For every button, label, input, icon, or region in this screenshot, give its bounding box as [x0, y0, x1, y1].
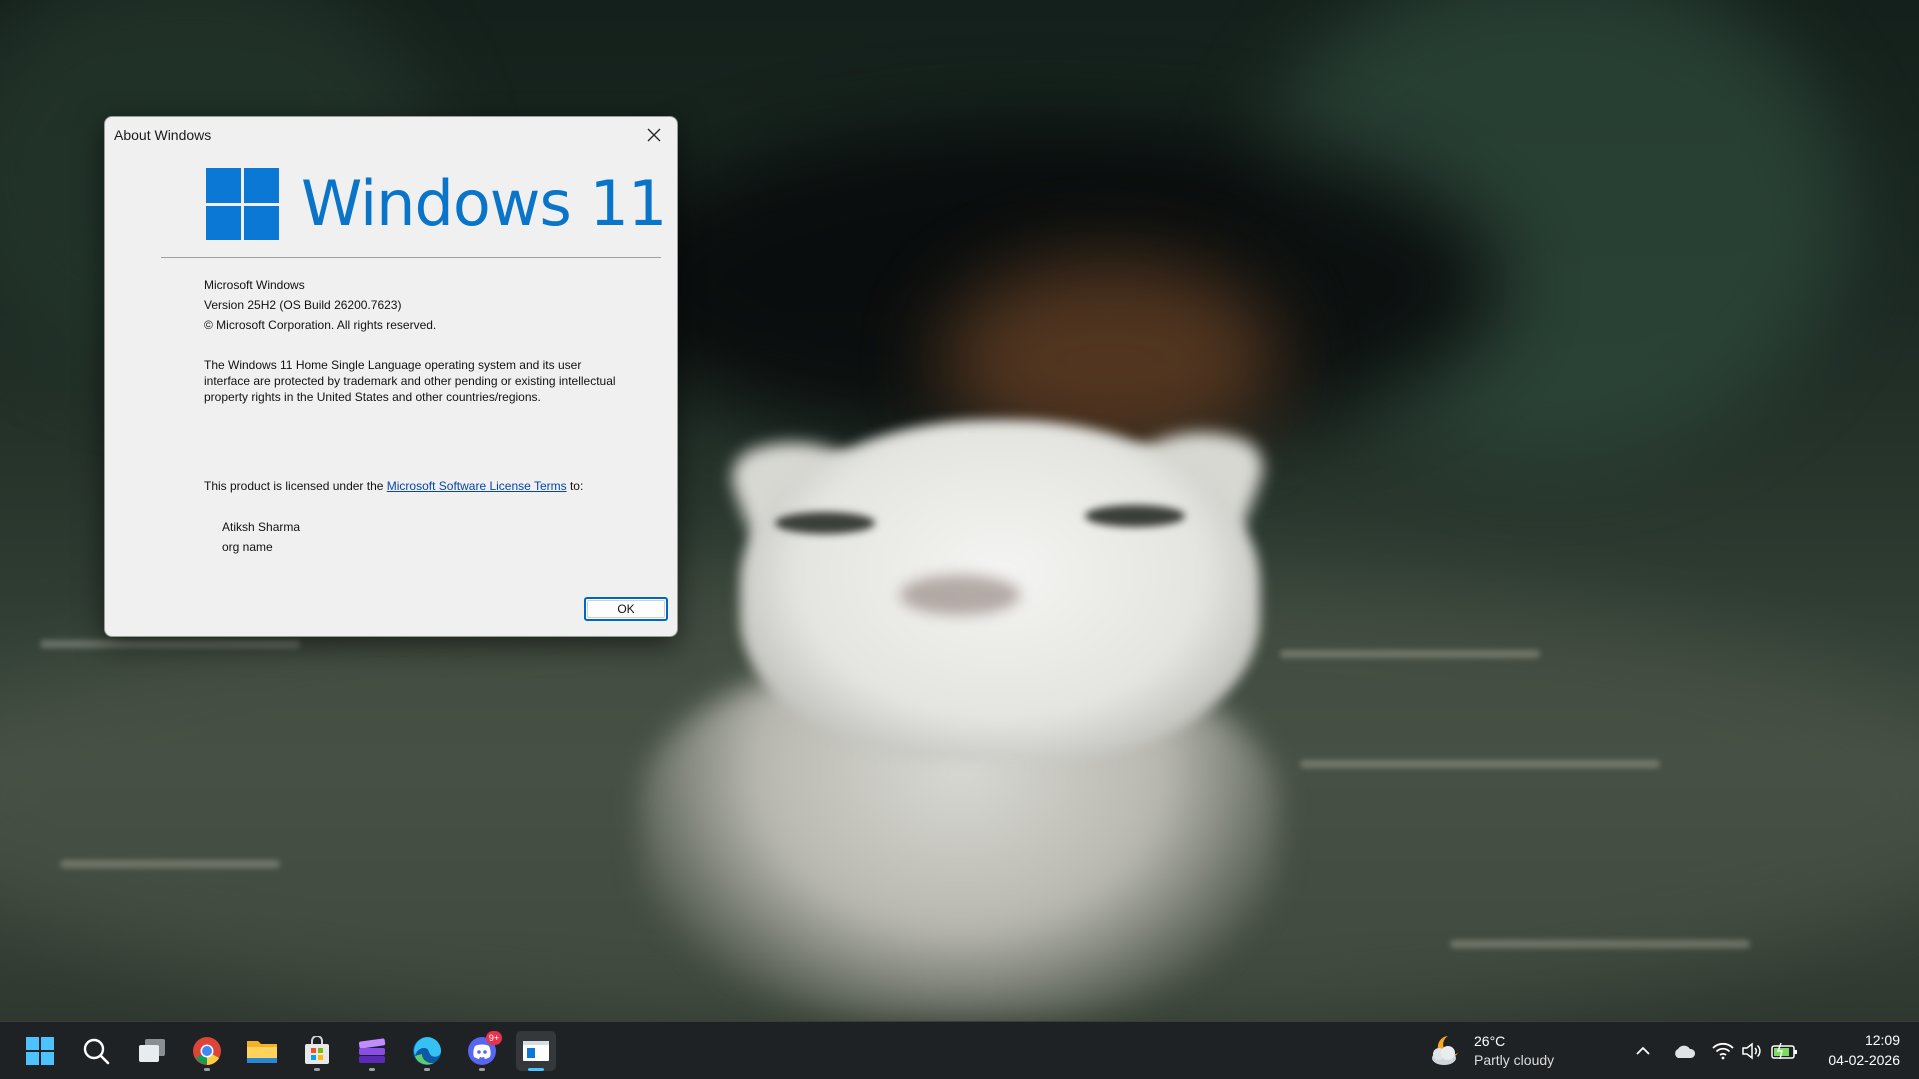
weather-condition: Partly cloudy — [1474, 1052, 1555, 1068]
ok-button[interactable]: OK — [584, 597, 668, 621]
active-window-indicator — [528, 1068, 544, 1071]
show-hidden-icons-button[interactable] — [1632, 1038, 1654, 1064]
battery-icon — [1771, 1042, 1797, 1060]
taskbar-clipchamp[interactable] — [352, 1031, 392, 1071]
product-name: Microsoft Windows — [204, 278, 305, 292]
windows-logo-icon — [206, 168, 279, 240]
copyright-text: © Microsoft Corporation. All rights rese… — [204, 318, 437, 332]
licensed-user: Atiksh Sharma — [222, 520, 301, 534]
microsoft-store-icon — [305, 1036, 329, 1064]
windows-logo-banner: Windows 11 — [206, 167, 667, 240]
taskbar-edge[interactable] — [407, 1031, 447, 1071]
file-explorer-icon — [247, 1041, 277, 1063]
running-indicator — [424, 1068, 430, 1071]
start-button[interactable] — [20, 1031, 60, 1071]
network-button[interactable] — [1710, 1038, 1736, 1064]
onedrive-button[interactable] — [1669, 1038, 1699, 1064]
battery-button[interactable] — [1770, 1038, 1800, 1064]
windows-start-icon — [26, 1037, 54, 1065]
legal-text: The Windows 11 Home Single Language oper… — [204, 358, 616, 404]
water-ripple — [40, 640, 300, 648]
taskbar-microsoft-store[interactable] — [297, 1031, 337, 1071]
taskbar-chrome[interactable] — [187, 1031, 227, 1071]
license-terms-link[interactable]: Microsoft Software License Terms — [387, 479, 567, 493]
water-ripple — [60, 860, 280, 868]
license-statement: This product is licensed under the Micro… — [204, 478, 584, 494]
edge-icon — [413, 1037, 441, 1065]
about-windows-dialog: About Windows Windows 11 Microsoft Windo… — [104, 116, 678, 637]
dialog-titlebar[interactable]: About Windows — [105, 117, 677, 153]
water-ripple — [1450, 940, 1750, 948]
dialog-title: About Windows — [114, 127, 212, 143]
running-indicator — [204, 1068, 210, 1071]
taskbar: 9+ 26°C Partly cloudy 12:09 04-02-2026 — [0, 1021, 1919, 1079]
license-suffix: to: — [566, 479, 584, 493]
version-info: Version 25H2 (OS Build 26200.7623) — [204, 298, 402, 312]
weather-temperature: 26°C — [1474, 1033, 1506, 1049]
taskbar-discord[interactable]: 9+ — [462, 1031, 502, 1071]
cat-eye-left — [775, 512, 875, 534]
divider — [161, 257, 661, 258]
weather-widget[interactable]: 26°C Partly cloudy — [1428, 1030, 1554, 1072]
volume-icon — [1742, 1042, 1761, 1060]
running-indicator — [314, 1068, 320, 1071]
taskbar-file-explorer[interactable] — [242, 1031, 282, 1071]
clock[interactable]: 12:09 04-02-2026 — [1810, 1030, 1900, 1070]
close-icon — [647, 128, 661, 142]
chevron-up-icon — [1636, 1046, 1650, 1055]
notification-badge: 9+ — [486, 1031, 502, 1045]
clipchamp-icon — [358, 1038, 386, 1063]
onedrive-icon — [1675, 1045, 1696, 1058]
about-windows-icon — [523, 1041, 549, 1061]
cat-eye-right — [1085, 505, 1185, 527]
partly-cloudy-night-icon — [1432, 1036, 1458, 1065]
task-view-button[interactable] — [132, 1031, 172, 1071]
windows-logo-text: Windows 11 — [301, 167, 667, 240]
taskbar-about-windows[interactable] — [516, 1031, 556, 1071]
close-button[interactable] — [631, 117, 677, 153]
water-ripple — [1300, 760, 1660, 768]
task-view-icon — [139, 1039, 165, 1062]
water-ripple — [1280, 650, 1540, 658]
clock-time: 12:09 — [1864, 1032, 1900, 1048]
running-indicator — [479, 1068, 485, 1071]
cat-nose — [900, 575, 1020, 615]
running-indicator — [369, 1068, 375, 1071]
search-icon — [83, 1038, 110, 1065]
search-button[interactable] — [76, 1031, 116, 1071]
license-prefix: This product is licensed under the — [204, 479, 387, 493]
licensed-org: org name — [222, 540, 273, 554]
chrome-icon — [193, 1037, 221, 1065]
clock-date: 04-02-2026 — [1828, 1052, 1900, 1068]
volume-button[interactable] — [1740, 1038, 1764, 1064]
wifi-icon — [1712, 1042, 1734, 1060]
